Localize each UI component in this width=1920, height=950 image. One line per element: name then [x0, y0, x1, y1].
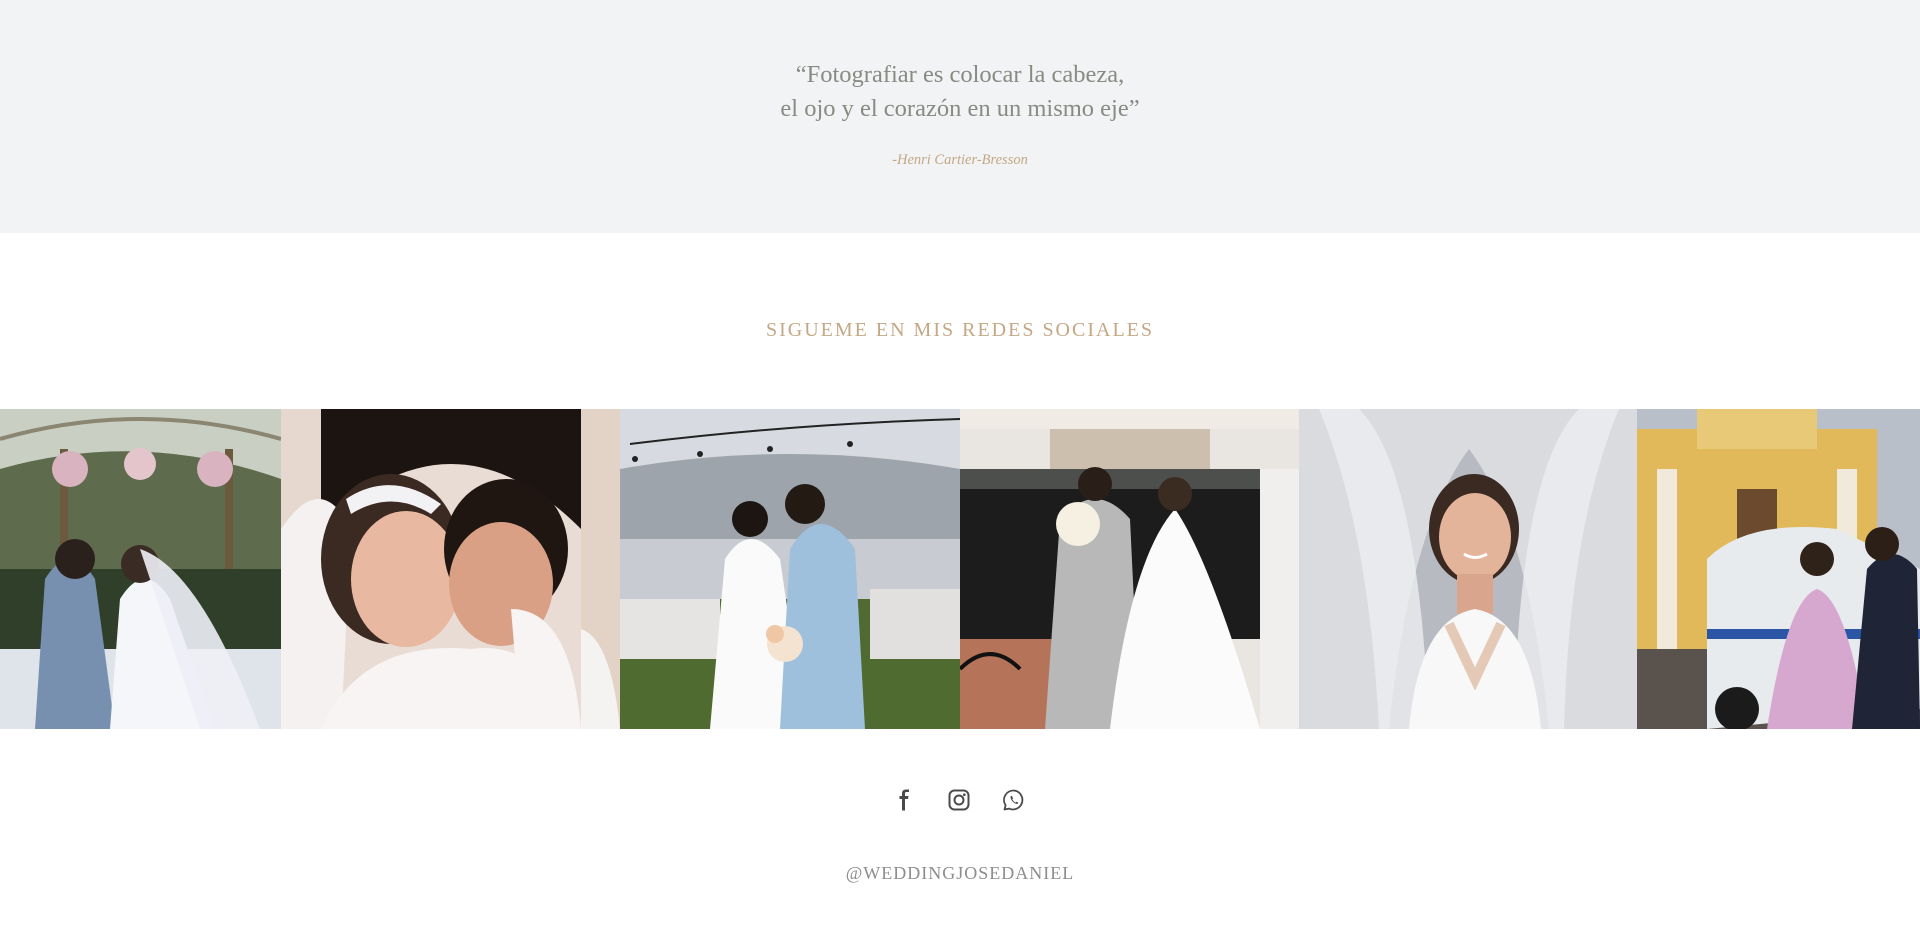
- social-icons-row: [0, 785, 1920, 815]
- instagram-icon: [948, 789, 970, 811]
- wedding-photo-garden-kiss[interactable]: [0, 409, 281, 729]
- wedding-photo-bride-veil[interactable]: [1299, 409, 1637, 729]
- quote-line-1: “Fotografiar es colocar la cabeza,: [795, 61, 1125, 88]
- quote-text: “Fotografiar es colocar la cabeza, el oj…: [0, 58, 1920, 126]
- photo-closeup-kiss-image: [281, 409, 620, 729]
- social-heading: SIGUEME EN MIS REDES SOCIALES: [765, 319, 1155, 341]
- photo-tuktuk-couple-image: [1637, 409, 1920, 729]
- facebook-icon: [899, 789, 909, 811]
- whatsapp-icon: [1003, 789, 1024, 811]
- photo-church-exit-image: [960, 409, 1299, 729]
- quote-section: “Fotografiar es colocar la cabeza, el oj…: [0, 0, 1920, 233]
- instagram-link[interactable]: [944, 785, 974, 815]
- photo-lakeside-kiss-image: [620, 409, 960, 729]
- wedding-photo-lakeside-kiss[interactable]: [620, 409, 960, 729]
- social-handle-link[interactable]: @WEDDINGJOSEDANIEL: [0, 863, 1920, 884]
- photo-bride-veil-image: [1299, 409, 1637, 729]
- quote-author: -Henri Cartier-Bresson: [892, 152, 1028, 168]
- photo-garden-kiss-image: [0, 409, 281, 729]
- whatsapp-link[interactable]: [999, 785, 1029, 815]
- wedding-photo-tuktuk-couple[interactable]: [1637, 409, 1920, 729]
- facebook-link[interactable]: [889, 785, 919, 815]
- photo-gallery: [0, 409, 1920, 729]
- wedding-photo-church-exit[interactable]: [960, 409, 1299, 729]
- wedding-photo-closeup-kiss[interactable]: [281, 409, 620, 729]
- quote-line-2: el ojo y el corazón en un mismo eje”: [780, 95, 1140, 122]
